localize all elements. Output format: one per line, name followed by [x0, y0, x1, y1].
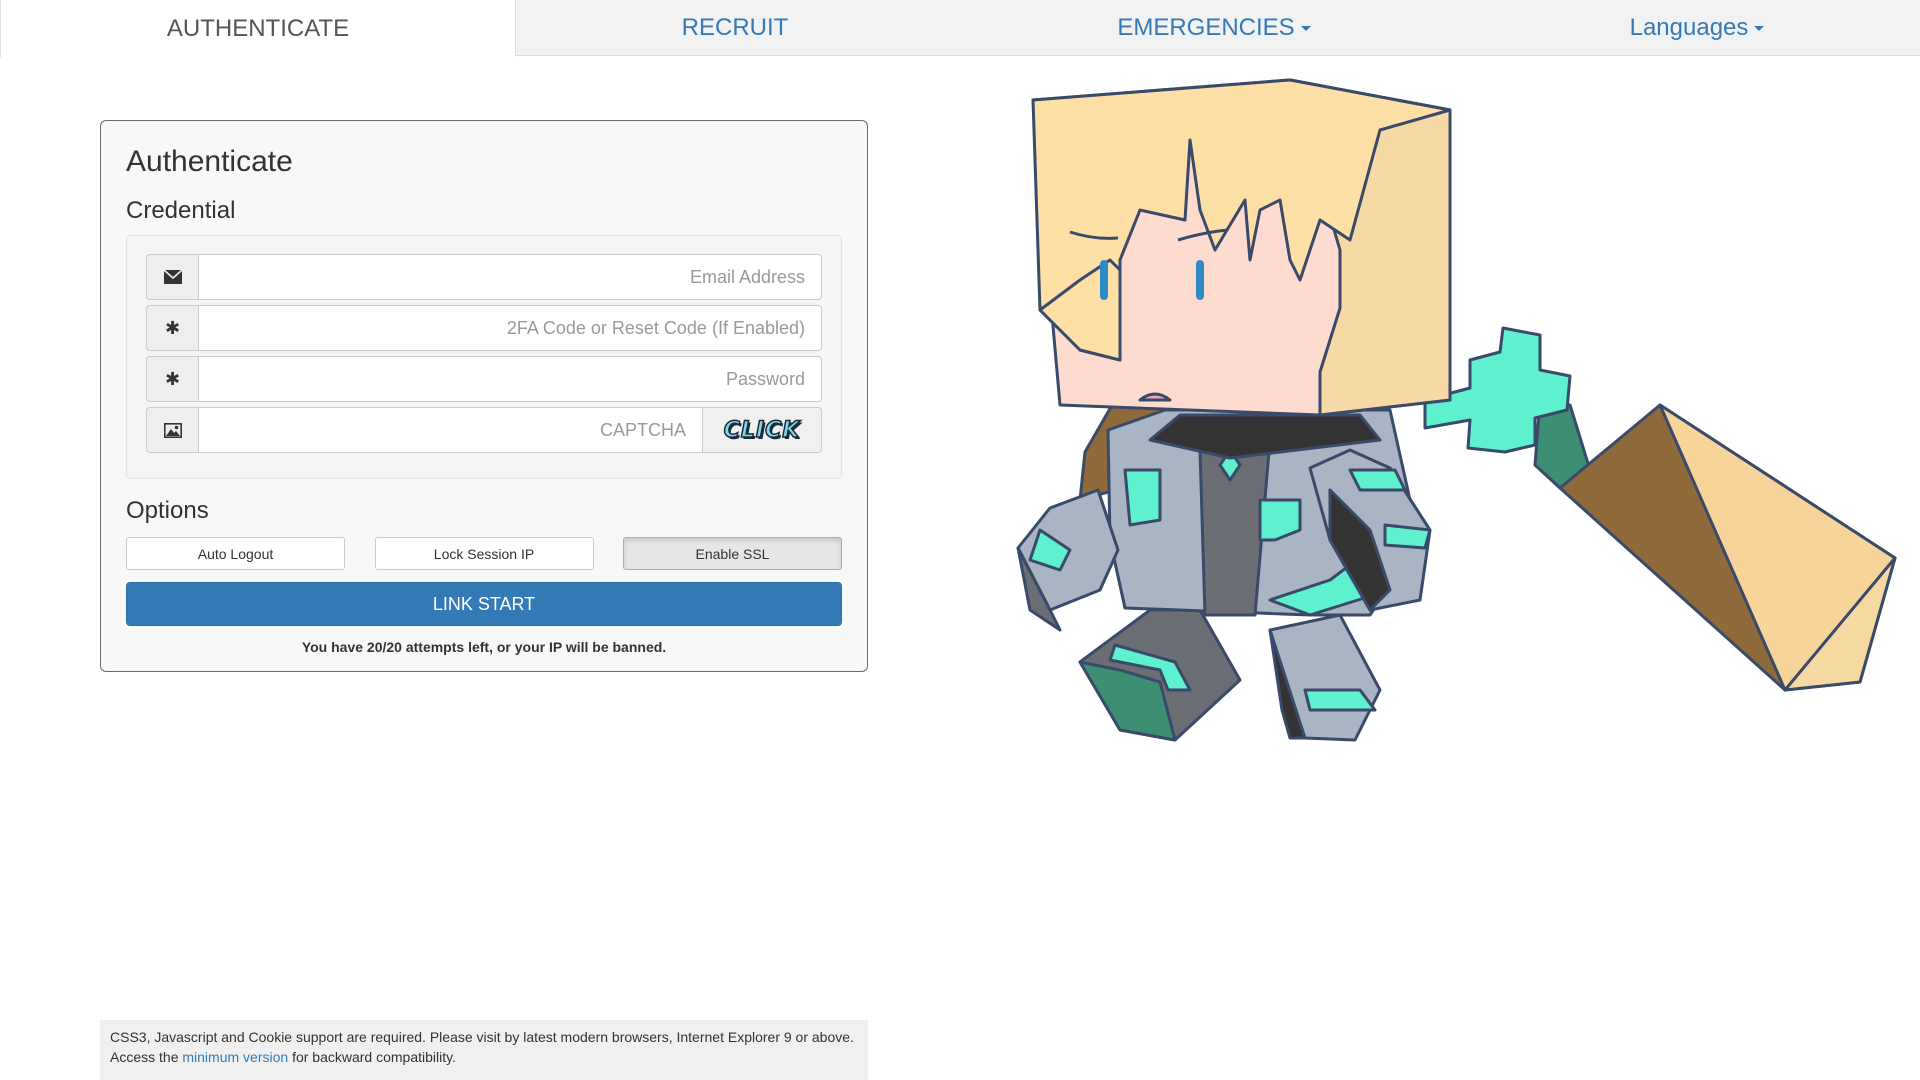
lock-session-ip-toggle[interactable]: Lock Session IP	[374, 537, 594, 570]
minimum-version-link[interactable]: minimum version	[182, 1049, 288, 1065]
caret-down-icon	[1754, 25, 1765, 31]
password-input[interactable]	[198, 356, 822, 402]
auth-title: Authenticate	[126, 145, 293, 178]
tab-languages-label: Languages	[1629, 14, 1749, 41]
twofa-input[interactable]	[198, 305, 822, 351]
tab-recruit[interactable]: RECRUIT	[516, 0, 954, 56]
captcha-group: CLICK	[146, 407, 822, 453]
captcha-input[interactable]	[198, 407, 703, 453]
options-heading: Options	[126, 497, 209, 524]
asterisk-icon: ✱	[146, 305, 198, 351]
caret-down-icon	[1300, 25, 1311, 31]
tab-authenticate-label: AUTHENTICATE	[166, 14, 350, 42]
credential-heading: Credential	[126, 197, 236, 224]
asterisk-icon: ✱	[146, 356, 198, 402]
email-input[interactable]	[198, 254, 822, 300]
twofa-group: ✱	[146, 305, 822, 351]
email-group	[146, 254, 822, 300]
enable-ssl-toggle[interactable]: Enable SSL	[623, 537, 842, 570]
footer-note: CSS3, Javascript and Cookie support are …	[100, 1020, 868, 1080]
credential-box: ✱ ✱ CLICK	[126, 235, 842, 479]
link-start-button[interactable]: LINK START	[126, 582, 842, 626]
attempts-text: You have 20/20 attempts left, or your IP…	[301, 639, 667, 655]
envelope-icon	[146, 254, 198, 300]
picture-icon	[146, 407, 198, 453]
auth-panel: Authenticate Credential ✱ ✱ CLICK Option	[100, 120, 868, 672]
tab-emergencies-label: EMERGENCIES	[1117, 14, 1295, 41]
options-row: Auto Logout Lock Session IP Enable SSL	[126, 537, 842, 570]
password-group: ✱	[146, 356, 822, 402]
sword-illustration	[1423, 326, 1897, 692]
footer-text-after: for backward compatibility.	[288, 1049, 456, 1065]
top-nav: AUTHENTICATE RECRUIT EMERGENCIES Languag…	[0, 0, 1920, 57]
auto-logout-toggle[interactable]: Auto Logout	[126, 537, 345, 570]
captcha-button-label: CLICK	[723, 417, 801, 444]
tab-authenticate[interactable]: AUTHENTICATE	[0, 0, 516, 57]
tab-emergencies[interactable]: EMERGENCIES	[954, 0, 1474, 56]
captcha-button[interactable]: CLICK	[703, 407, 822, 453]
tab-languages[interactable]: Languages	[1474, 0, 1920, 56]
mascot-illustration	[1016, 78, 1897, 742]
tab-recruit-label: RECRUIT	[681, 14, 789, 41]
